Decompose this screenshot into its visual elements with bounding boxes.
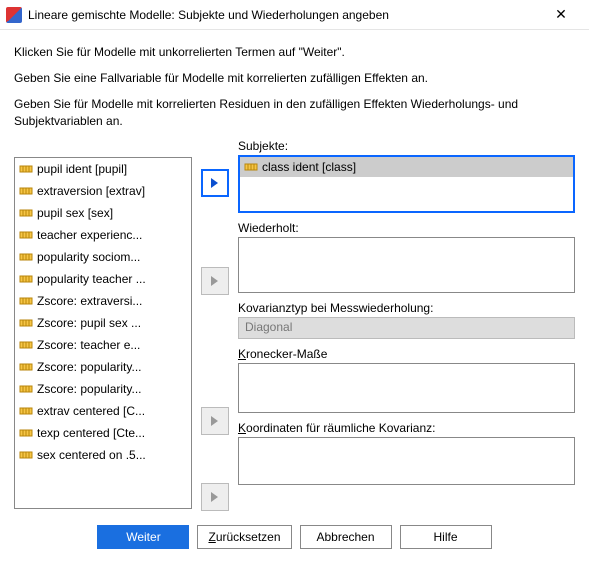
- wiederholt-list[interactable]: [238, 237, 575, 293]
- variable-label: Zscore: popularity...: [37, 382, 141, 396]
- scale-icon: [19, 382, 33, 396]
- list-item[interactable]: Zscore: popularity...: [15, 356, 191, 378]
- variable-label: popularity teacher ...: [37, 272, 146, 286]
- koordinaten-label: Koordinaten für räumliche Kovarianz:: [238, 421, 575, 435]
- list-item[interactable]: extrav centered [C...: [15, 400, 191, 422]
- source-variable-list[interactable]: pupil ident [pupil] extraversion [extrav]…: [14, 157, 192, 509]
- arrow-right-icon: [208, 274, 222, 288]
- intro-text: Klicken Sie für Modelle mit unkorreliert…: [14, 44, 575, 129]
- scale-icon: [19, 338, 33, 352]
- weiter-button[interactable]: Weiter: [97, 525, 189, 549]
- scale-icon: [19, 404, 33, 418]
- list-item[interactable]: popularity sociom...: [15, 246, 191, 268]
- hilfe-button[interactable]: Hilfe: [400, 525, 492, 549]
- intro-line-3: Geben Sie für Modelle mit korrelierten R…: [14, 96, 575, 128]
- arrow-right-icon: [208, 490, 222, 504]
- titlebar: Lineare gemischte Modelle: Subjekte und …: [0, 0, 589, 30]
- list-item[interactable]: texp centered [Cte...: [15, 422, 191, 444]
- scale-icon: [19, 294, 33, 308]
- scale-icon: [19, 448, 33, 462]
- scale-icon: [19, 316, 33, 330]
- app-icon: [6, 7, 22, 23]
- move-to-subjekte-button[interactable]: [201, 169, 229, 197]
- variable-label: Zscore: extraversi...: [37, 294, 142, 308]
- kovarianztyp-dropdown: Diagonal: [238, 317, 575, 339]
- variable-label: pupil sex [sex]: [37, 206, 113, 220]
- close-button[interactable]: ✕: [541, 1, 581, 29]
- list-item[interactable]: Zscore: popularity...: [15, 378, 191, 400]
- list-item[interactable]: class ident [class]: [240, 157, 573, 177]
- arrow-right-icon: [208, 414, 222, 428]
- scale-icon: [19, 250, 33, 264]
- kronecker-label: Kronecker-Maße: [238, 347, 575, 361]
- list-item[interactable]: pupil ident [pupil]: [15, 158, 191, 180]
- variable-label: extrav centered [C...: [37, 404, 145, 418]
- move-to-wiederholt-button[interactable]: [201, 267, 229, 295]
- scale-icon: [19, 162, 33, 176]
- list-item[interactable]: popularity teacher ...: [15, 268, 191, 290]
- kovarianztyp-label: Kovarianztyp bei Messwiederholung:: [238, 301, 575, 315]
- list-item[interactable]: teacher experienc...: [15, 224, 191, 246]
- move-to-kronecker-button[interactable]: [201, 407, 229, 435]
- intro-line-1: Klicken Sie für Modelle mit unkorreliert…: [14, 44, 575, 60]
- variable-label: pupil ident [pupil]: [37, 162, 127, 176]
- variable-label: extraversion [extrav]: [37, 184, 145, 198]
- variable-label: Zscore: popularity...: [37, 360, 141, 374]
- scale-icon: [19, 206, 33, 220]
- variable-label: teacher experienc...: [37, 228, 142, 242]
- variable-label: Zscore: teacher e...: [37, 338, 140, 352]
- variable-label: texp centered [Cte...: [37, 426, 145, 440]
- intro-line-2: Geben Sie eine Fallvariable für Modelle …: [14, 70, 575, 86]
- list-item[interactable]: Zscore: extraversi...: [15, 290, 191, 312]
- list-item[interactable]: pupil sex [sex]: [15, 202, 191, 224]
- window-title: Lineare gemischte Modelle: Subjekte und …: [28, 8, 541, 22]
- list-item[interactable]: extraversion [extrav]: [15, 180, 191, 202]
- kronecker-list[interactable]: [238, 363, 575, 413]
- variable-label: popularity sociom...: [37, 250, 140, 264]
- scale-icon: [19, 360, 33, 374]
- subjekte-list[interactable]: class ident [class]: [238, 155, 575, 213]
- variable-label: Zscore: pupil sex ...: [37, 316, 141, 330]
- variable-label: sex centered on .5...: [37, 448, 146, 462]
- koordinaten-list[interactable]: [238, 437, 575, 485]
- abbrechen-button[interactable]: Abbrechen: [300, 525, 392, 549]
- arrow-right-icon: [208, 176, 222, 190]
- subjekte-label: Subjekte:: [238, 139, 575, 153]
- wiederholt-label: Wiederholt:: [238, 221, 575, 235]
- list-item[interactable]: Zscore: teacher e...: [15, 334, 191, 356]
- zuruecksetzen-button[interactable]: Zurücksetzen: [197, 525, 291, 549]
- move-to-koordinaten-button[interactable]: [201, 483, 229, 511]
- scale-icon: [19, 184, 33, 198]
- subjekte-item-label: class ident [class]: [262, 160, 356, 174]
- scale-icon: [19, 228, 33, 242]
- scale-icon: [19, 272, 33, 286]
- button-row: Weiter Zurücksetzen Abbrechen Hilfe: [14, 525, 575, 549]
- scale-icon: [19, 426, 33, 440]
- list-item[interactable]: Zscore: pupil sex ...: [15, 312, 191, 334]
- scale-icon: [244, 160, 258, 174]
- list-item[interactable]: sex centered on .5...: [15, 444, 191, 466]
